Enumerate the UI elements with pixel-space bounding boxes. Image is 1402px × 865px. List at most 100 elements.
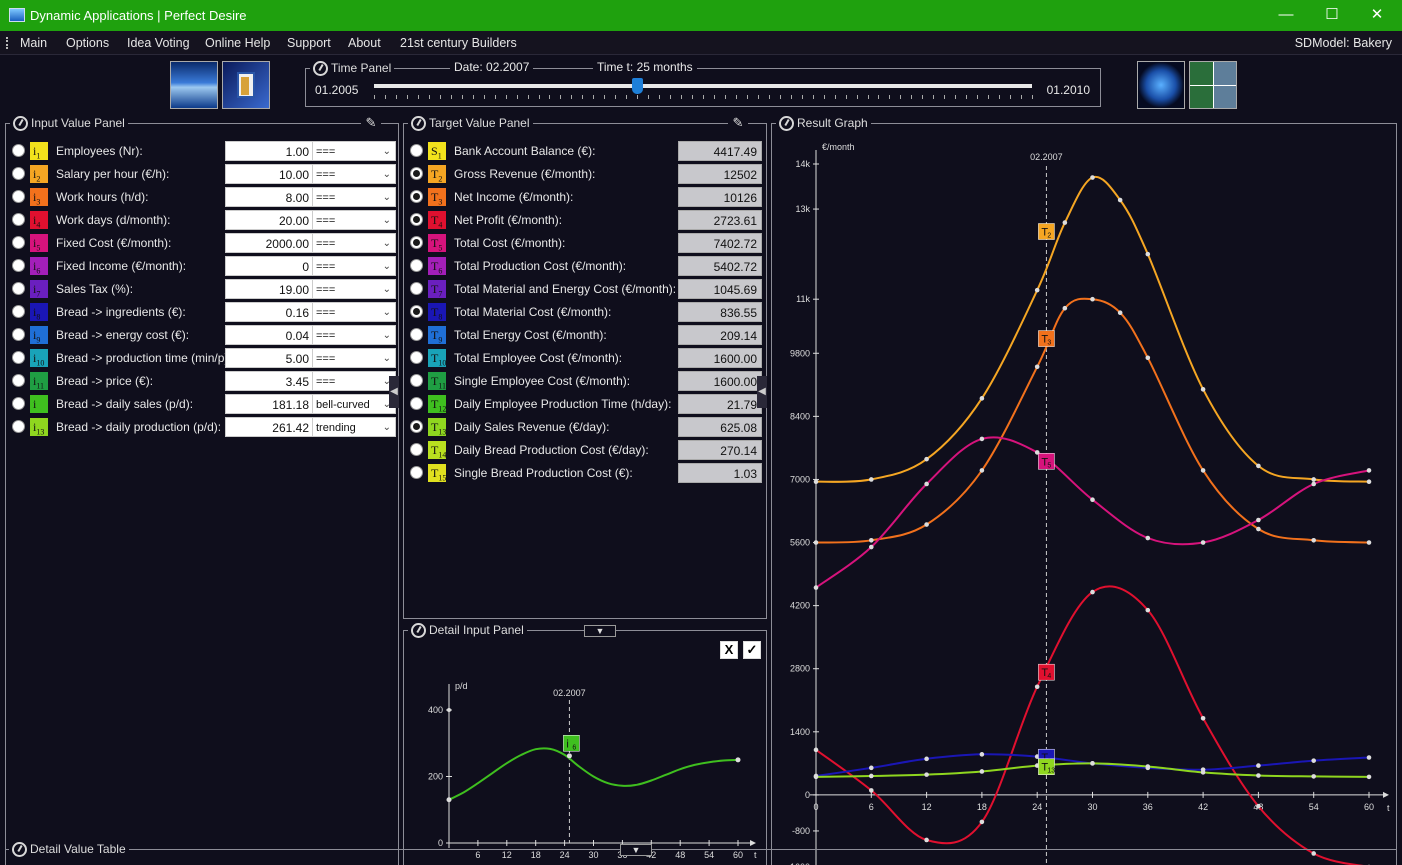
input-select-radio[interactable]: [12, 328, 25, 341]
time-slider-track[interactable]: [374, 84, 1032, 88]
target-select-radio[interactable]: [410, 213, 423, 226]
input-select-radio[interactable]: [12, 167, 25, 180]
close-button[interactable]: ✕: [1362, 4, 1392, 26]
input-select-radio[interactable]: [12, 190, 25, 203]
input-value-field[interactable]: 181.18: [225, 394, 314, 414]
edit-pencil-icon[interactable]: ✎: [361, 115, 381, 131]
target-select-radio[interactable]: [410, 259, 423, 272]
target-panel-title-text: Target Value Panel: [429, 116, 530, 130]
input-mode-select[interactable]: === ⌄: [312, 233, 396, 253]
gauge-icon: [779, 115, 794, 131]
series-point: [1090, 497, 1095, 503]
date-readout: Date: 02.2007: [450, 60, 534, 74]
input-value-field[interactable]: 20.00: [225, 210, 314, 230]
menu-21st-century-builders[interactable]: 21st century Builders: [400, 36, 517, 50]
input-select-radio[interactable]: [12, 351, 25, 364]
input-mode-select[interactable]: === ⌄: [312, 164, 396, 184]
target-select-radio[interactable]: [410, 351, 423, 364]
input-value-field[interactable]: 3.45: [225, 371, 314, 391]
time-slider-thumb[interactable]: [632, 78, 644, 94]
series-point: [1145, 764, 1151, 769]
input-select-radio[interactable]: [12, 282, 25, 295]
input-select-radio[interactable]: [12, 236, 25, 249]
target-select-radio[interactable]: [410, 236, 423, 249]
open-door-image-button[interactable]: [222, 61, 270, 109]
input-value-field[interactable]: 5.00: [225, 348, 314, 368]
target-select-radio[interactable]: [410, 397, 423, 410]
slider-tick: [615, 95, 617, 99]
input-mode-select[interactable]: === ⌄: [312, 348, 396, 368]
menu-support[interactable]: Support: [287, 36, 331, 50]
minimize-button[interactable]: —: [1271, 4, 1301, 26]
target-select-radio[interactable]: [410, 466, 423, 479]
nature-image-button[interactable]: [1189, 61, 1237, 109]
time-start-label: 01.2005: [315, 83, 359, 97]
target-select-radio[interactable]: [410, 374, 423, 387]
scenario-image-button[interactable]: [170, 61, 218, 109]
y-tick-label: 200: [428, 772, 443, 782]
expand-down-arrow-icon[interactable]: ▼: [584, 625, 616, 637]
target-value-field: 209.14: [678, 325, 762, 345]
input-select-radio[interactable]: [12, 305, 25, 318]
input-mode-select[interactable]: === ⌄: [312, 256, 396, 276]
input-badge: i8: [30, 303, 48, 321]
input-value-field[interactable]: 8.00: [225, 187, 314, 207]
menu-online-help[interactable]: Online Help: [205, 36, 270, 50]
target-row: T14 Daily Bread Production Cost (€/day): 2…: [410, 440, 762, 460]
menu-about[interactable]: About: [348, 36, 381, 50]
target-select-radio[interactable]: [410, 328, 423, 341]
input-value-field[interactable]: 19.00: [225, 279, 314, 299]
target-select-radio[interactable]: [410, 167, 423, 180]
input-mode-select[interactable]: === ⌄: [312, 210, 396, 230]
input-select-radio[interactable]: [12, 259, 25, 272]
input-select-radio[interactable]: [12, 144, 25, 157]
series-point: [1200, 540, 1206, 545]
input-select-radio[interactable]: [12, 374, 25, 387]
target-select-radio[interactable]: [410, 443, 423, 456]
menu-options[interactable]: Options: [66, 36, 109, 50]
maximize-button[interactable]: ☐: [1317, 4, 1347, 26]
menu-main[interactable]: Main: [20, 36, 47, 50]
collapse-left-arrow-icon[interactable]: ◀: [389, 376, 399, 408]
target-value-field: 12502: [678, 164, 762, 184]
input-mode-select[interactable]: === ⌄: [312, 279, 396, 299]
result-chart[interactable]: €/montht-1600-80001400280042005600700084…: [772, 130, 1396, 865]
input-value-field[interactable]: 1.00: [225, 141, 314, 161]
input-mode-select[interactable]: trending ⌄: [312, 417, 396, 437]
target-select-radio[interactable]: [410, 420, 423, 433]
input-value-field[interactable]: 2000.00: [225, 233, 314, 253]
input-label: Bread -> ingredients (€):: [56, 305, 186, 319]
detail-chart[interactable]: p/dt0200400612182430364248546002.2007i6: [404, 654, 766, 865]
input-value-field[interactable]: 0.04: [225, 325, 314, 345]
series-point: [1256, 517, 1261, 523]
input-value-field[interactable]: 0: [225, 256, 314, 276]
edit-pencil-icon[interactable]: ✎: [728, 115, 748, 131]
input-mode-select[interactable]: === ⌄: [312, 325, 396, 345]
input-mode-select[interactable]: === ⌄: [312, 371, 396, 391]
target-select-radio[interactable]: [410, 144, 423, 157]
collapse-left-arrow-icon[interactable]: ◀: [757, 376, 767, 408]
input-mode-select[interactable]: === ⌄: [312, 187, 396, 207]
input-mode-select[interactable]: === ⌄: [312, 302, 396, 322]
target-value-panel: Target Value Panel ✎ S1 Bank Account Bala…: [403, 115, 767, 619]
input-value-field[interactable]: 10.00: [225, 164, 314, 184]
target-select-radio[interactable]: [410, 282, 423, 295]
input-mode-select[interactable]: bell-curved ⌄: [312, 394, 396, 414]
input-select-radio[interactable]: [12, 397, 25, 410]
menu-grip-icon: [6, 37, 9, 49]
target-select-radio[interactable]: [410, 190, 423, 203]
input-value-field[interactable]: 261.42: [225, 417, 314, 437]
series-line: [815, 585, 1364, 865]
input-select-radio[interactable]: [12, 213, 25, 226]
input-value-field[interactable]: 0.16: [225, 302, 314, 322]
input-badge: i11: [30, 372, 48, 390]
slider-tick: [670, 95, 672, 99]
series-point: [1145, 535, 1151, 541]
earth-image-button[interactable]: [1137, 61, 1185, 109]
target-badge: T6: [428, 257, 446, 275]
menu-idea-voting[interactable]: Idea Voting: [127, 36, 190, 50]
target-select-radio[interactable]: [410, 305, 423, 318]
input-mode-select[interactable]: === ⌄: [312, 141, 396, 161]
input-select-radio[interactable]: [12, 420, 25, 433]
expand-down-arrow-icon[interactable]: ▼: [620, 844, 652, 856]
